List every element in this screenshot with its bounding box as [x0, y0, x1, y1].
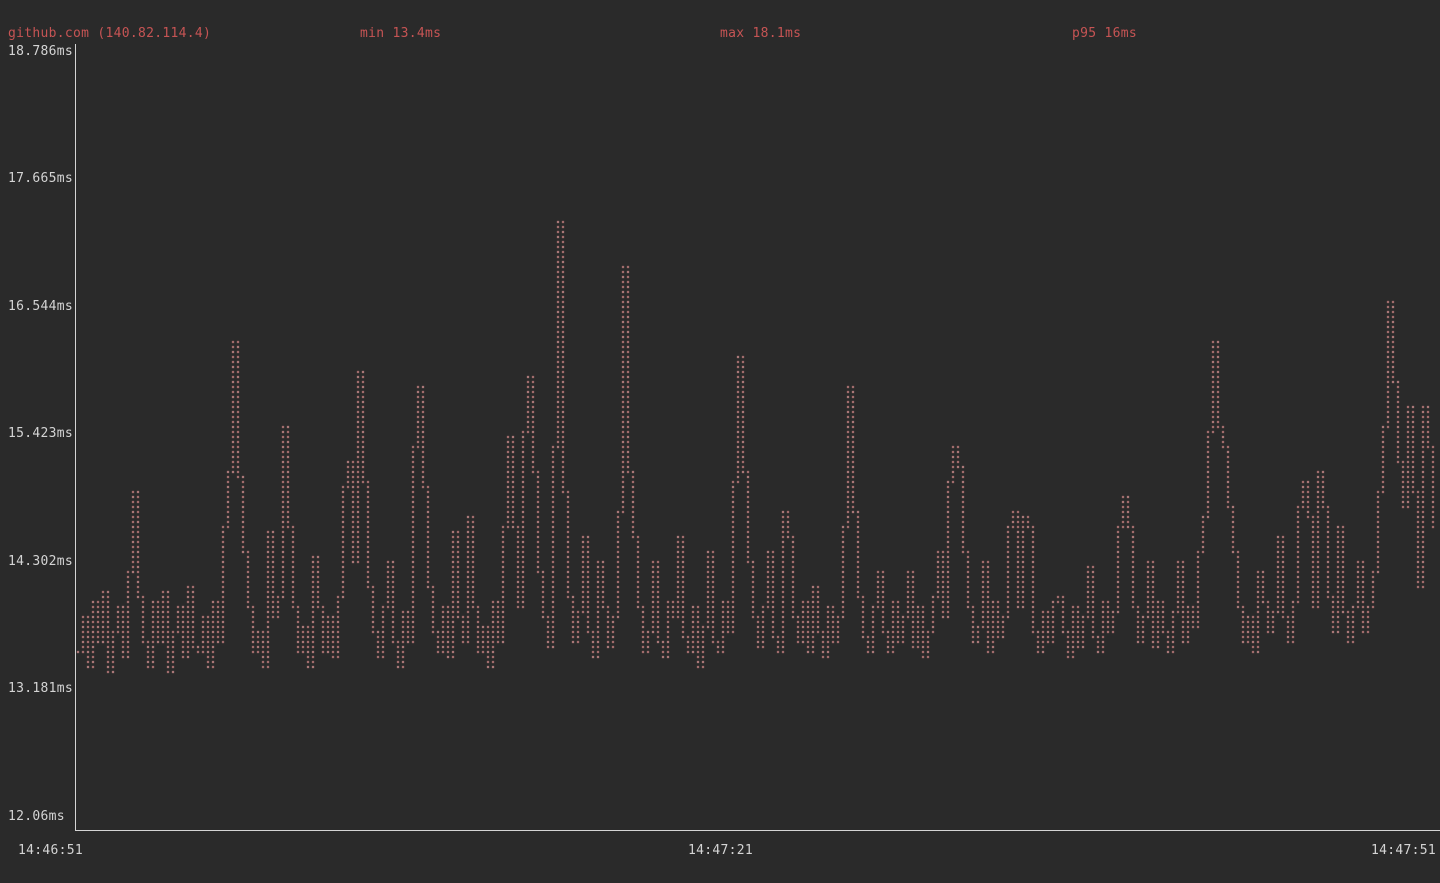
x-tick-label-middle: 14:47:21 — [688, 843, 753, 858]
latency-chart-canvas — [0, 0, 1440, 883]
y-tick-label: 13.181ms — [8, 681, 73, 696]
y-tick-label: 12.06ms — [8, 809, 65, 824]
y-tick-label: 14.302ms — [8, 554, 73, 569]
stat-p95-label: p95 16ms — [1072, 26, 1137, 41]
host-label: github.com (140.82.114.4) — [8, 26, 211, 41]
x-tick-label-end: 14:47:51 — [1371, 843, 1436, 858]
y-tick-label: 18.786ms — [8, 44, 73, 59]
x-tick-label-start: 14:46:51 — [18, 843, 83, 858]
y-tick-label: 15.423ms — [8, 426, 73, 441]
y-tick-label: 16.544ms — [8, 299, 73, 314]
stat-min-label: min 13.4ms — [360, 26, 441, 41]
y-tick-label: 17.665ms — [8, 171, 73, 186]
x-axis-line — [75, 830, 1440, 831]
stat-max-label: max 18.1ms — [720, 26, 801, 41]
y-axis-line — [75, 44, 76, 831]
ping-monitor-terminal: github.com (140.82.114.4) min 13.4ms max… — [0, 0, 1440, 883]
